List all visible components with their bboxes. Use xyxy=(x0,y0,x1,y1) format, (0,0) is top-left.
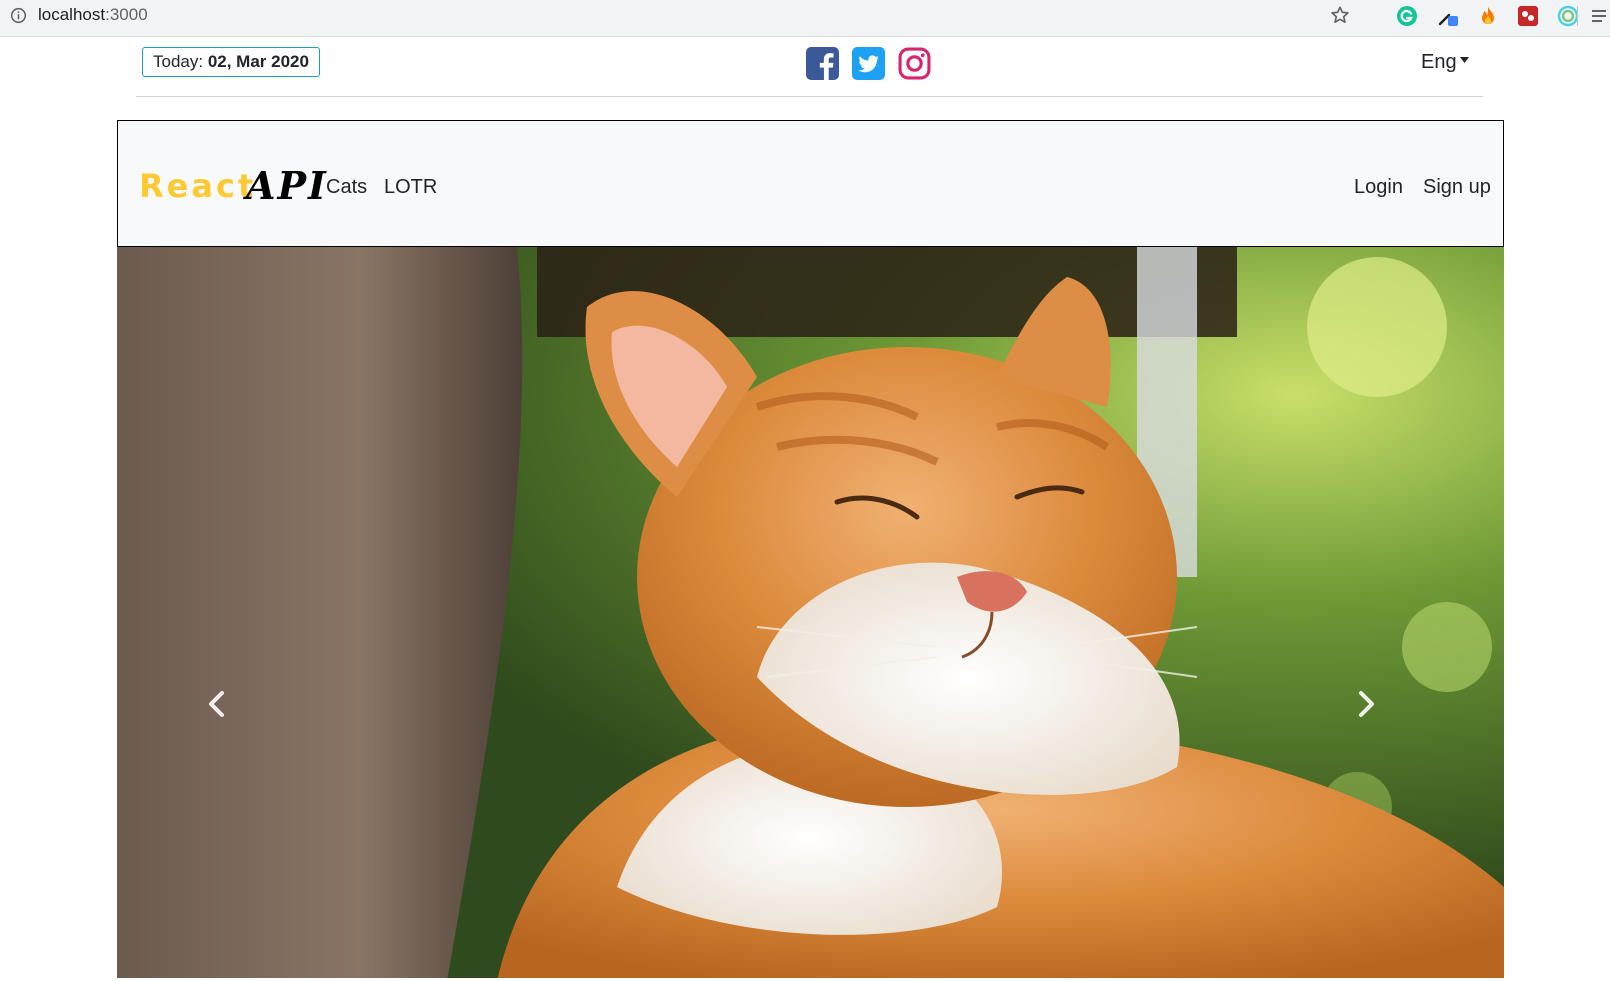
facebook-icon[interactable] xyxy=(806,47,839,80)
bookmark-star-icon[interactable] xyxy=(1329,4,1351,26)
cat-photo xyxy=(117,247,1504,981)
today-date-badge: Today: 02, Mar 2020 xyxy=(142,47,320,77)
nav-link-cats[interactable]: Cats xyxy=(326,176,367,199)
info-icon[interactable] xyxy=(10,7,27,24)
browser-toolbar: localhost:3000 xyxy=(0,0,1610,37)
main-navbar: React API Cats LOTR Login Sign up xyxy=(117,120,1504,247)
url-port: :3000 xyxy=(105,5,148,24)
carousel-next-button[interactable] xyxy=(1354,689,1378,719)
signup-link[interactable]: Sign up xyxy=(1423,176,1491,199)
caret-down-icon[interactable] xyxy=(1460,57,1469,63)
language-selector[interactable]: Eng xyxy=(1421,51,1457,74)
brand-react-text[interactable]: React xyxy=(139,167,256,205)
image-carousel xyxy=(117,247,1504,981)
puzzle-extension-icon[interactable] xyxy=(1517,5,1539,27)
nav-link-lotr[interactable]: LOTR xyxy=(384,176,437,199)
grammarly-extension-icon[interactable] xyxy=(1396,5,1418,27)
url-text[interactable]: localhost:3000 xyxy=(38,5,148,25)
fire-extension-icon[interactable] xyxy=(1477,5,1499,27)
color-picker-extension-icon[interactable] xyxy=(1437,5,1459,27)
brand-api-text[interactable]: API xyxy=(246,163,328,208)
instagram-icon[interactable] xyxy=(898,47,931,80)
toolbar-separator xyxy=(1577,6,1578,26)
today-label: Today: xyxy=(153,52,204,71)
address-bar[interactable]: localhost:3000 xyxy=(0,0,1366,32)
today-date: 02, Mar 2020 xyxy=(207,52,309,71)
url-host: localhost xyxy=(38,5,106,24)
twitter-icon[interactable] xyxy=(852,47,885,80)
menu-icon[interactable] xyxy=(1592,8,1610,24)
carousel-prev-button[interactable] xyxy=(205,689,229,719)
header-divider xyxy=(136,96,1483,97)
login-link[interactable]: Login xyxy=(1354,176,1403,199)
circle-extension-icon[interactable] xyxy=(1557,5,1579,27)
